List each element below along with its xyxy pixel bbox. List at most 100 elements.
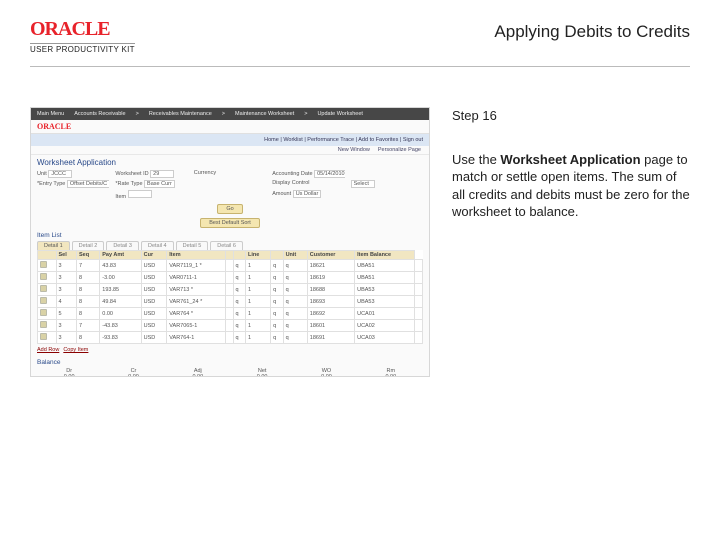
ss-grid-cell: 8 — [76, 296, 99, 308]
ss-grid-cell: 3 — [56, 284, 76, 296]
ss-entrytype-val: Offset Debits/C — [67, 180, 110, 188]
ss-grid-cell — [225, 284, 233, 296]
ss-grid-cell: 18692 — [307, 308, 354, 320]
ss-grid-cell: q — [233, 272, 245, 284]
ss-go-button: Go — [217, 204, 242, 214]
ss-grid-header — [271, 251, 283, 260]
ss-grid-header: Line — [245, 251, 270, 260]
ss-link-fav: Add to Favorites — [358, 137, 398, 143]
ss-grid-cell: UCA01 — [355, 308, 415, 320]
ss-grid-cell: q — [233, 296, 245, 308]
ss-grid-cell: UCA03 — [355, 332, 415, 344]
ss-ratetype-label: *Rate Type — [115, 181, 142, 187]
step-text: Use the Worksheet Application page to ma… — [452, 151, 690, 221]
ss-currency-label: Currency — [194, 170, 216, 176]
table-row: 4849.84USDVAR761_24 *q1qq18693UBA53 — [38, 296, 423, 308]
ss-unit-val: JCCC — [48, 170, 72, 178]
ss-grid-cell: 8 — [76, 332, 99, 344]
ss-grid-cell: USD — [141, 308, 167, 320]
brand-block: ORACLE USER PRODUCTIVITY KIT — [30, 18, 135, 54]
ss-grid-cell — [225, 332, 233, 344]
ss-balance-cell: WO0.00 — [321, 368, 332, 377]
table-row: 38193.85USDVAR713 *q1qq18688UBA53 — [38, 284, 423, 296]
ss-grid-cell: q — [283, 296, 307, 308]
ss-grid-cell: 18691 — [307, 332, 354, 344]
ss-grid-cell: q — [233, 308, 245, 320]
ss-grid-cell: USD — [141, 332, 167, 344]
ss-amount-label: Amount — [272, 191, 291, 197]
ss-grid-cell — [225, 260, 233, 272]
ss-grid-cell: q — [233, 332, 245, 344]
ss-grid-cell — [415, 296, 423, 308]
ss-grid-cell: USD — [141, 296, 167, 308]
page-title: Applying Debits to Credits — [494, 18, 690, 42]
ss-grid-header: Item — [167, 251, 226, 260]
ss-grid-cell — [38, 320, 57, 332]
ss-grid-cell: UBA51 — [355, 260, 415, 272]
ss-button-row-2: Best Default Sort — [31, 216, 429, 230]
ss-grid-cell: 0.00 — [100, 308, 141, 320]
step-panel: Step 16 Use the Worksheet Application pa… — [452, 107, 690, 377]
ss-grid-cell: 3 — [56, 320, 76, 332]
ss-grid-cell: 7 — [76, 260, 99, 272]
ss-grid-cell — [415, 308, 423, 320]
table-row: 580.00USDVAR764 *q1qq18692UCA01 — [38, 308, 423, 320]
ss-grid-cell: UBA53 — [355, 296, 415, 308]
ss-tab: Detail 4 — [141, 241, 174, 250]
ss-grid-cell: VAR761_24 * — [167, 296, 226, 308]
ss-add-row-links: Add Row Copy Item — [31, 344, 429, 356]
ss-crumb: Receivables Maintenance — [149, 111, 212, 117]
ss-item-label: Item — [115, 194, 126, 200]
ss-grid-cell: 1 — [245, 260, 270, 272]
ss-link-signout: Sign out — [403, 137, 423, 143]
row-icon — [40, 297, 47, 304]
ss-ratetype-val: Base Curr — [144, 180, 175, 188]
ss-grid-cell: UBA53 — [355, 284, 415, 296]
ss-grid-cell: 4 — [56, 296, 76, 308]
ss-balance-cell: Dr0.00 — [64, 368, 75, 377]
ss-grid-cell: q — [271, 332, 283, 344]
ss-grid-cell: 18619 — [307, 272, 354, 284]
row-icon — [40, 333, 47, 340]
ss-display-label: Display Control — [272, 180, 309, 186]
ss-grid-cell: VAR0711-1 — [167, 272, 226, 284]
ss-grid-cell — [38, 260, 57, 272]
ss-sort-button: Best Default Sort — [200, 218, 260, 228]
ss-grid-cell: 3 — [56, 260, 76, 272]
ss-grid-cell: 1 — [245, 272, 270, 284]
ss-grid-cell: 8 — [76, 272, 99, 284]
ss-grid-cell: q — [283, 260, 307, 272]
ss-ws-val: 29 — [150, 170, 174, 178]
ss-grid-cell: 18693 — [307, 296, 354, 308]
ss-grid-cell: USD — [141, 284, 167, 296]
ss-grid-cell: -93.83 — [100, 332, 141, 344]
ss-grid-cell: 43.83 — [100, 260, 141, 272]
ss-display-val: Select — [351, 180, 375, 188]
table-row: 38-3.00USDVAR0711-1q1qq18619UBA51 — [38, 272, 423, 284]
ss-grid-cell: 1 — [245, 284, 270, 296]
ss-tab-strip: Detail 1 Detail 2 Detail 3 Detail 4 Deta… — [31, 239, 429, 250]
ss-grid-cell: VAR7119_1 * — [167, 260, 226, 272]
step-text-pre: Use the — [452, 152, 500, 167]
ss-grid-cell: q — [271, 272, 283, 284]
ss-grid-cell — [415, 260, 423, 272]
ss-subheader: New Window Personalize Page — [31, 146, 429, 155]
ss-grid-cell: q — [283, 284, 307, 296]
ss-crumb: Update Worksheet — [317, 111, 362, 117]
ss-app-title: Worksheet Application — [31, 155, 429, 168]
ss-grid-cell: q — [271, 284, 283, 296]
ss-grid-cell: 193.85 — [100, 284, 141, 296]
ss-tab: Detail 6 — [210, 241, 243, 250]
ss-balance-cell: Net0.00 — [257, 368, 268, 377]
ss-grid-cell: q — [233, 320, 245, 332]
ss-copy-item: Copy Item — [63, 347, 88, 353]
ss-grid-cell: 1 — [245, 320, 270, 332]
row-icon — [40, 321, 47, 328]
ss-grid-cell: 5 — [56, 308, 76, 320]
ss-grid-cell: q — [283, 332, 307, 344]
ss-grid-cell — [38, 332, 57, 344]
ss-tab: Detail 2 — [72, 241, 105, 250]
ss-link-worklist: Worklist — [283, 137, 302, 143]
ss-grid-cell: q — [271, 308, 283, 320]
ss-add-row: Add Row — [37, 347, 59, 353]
